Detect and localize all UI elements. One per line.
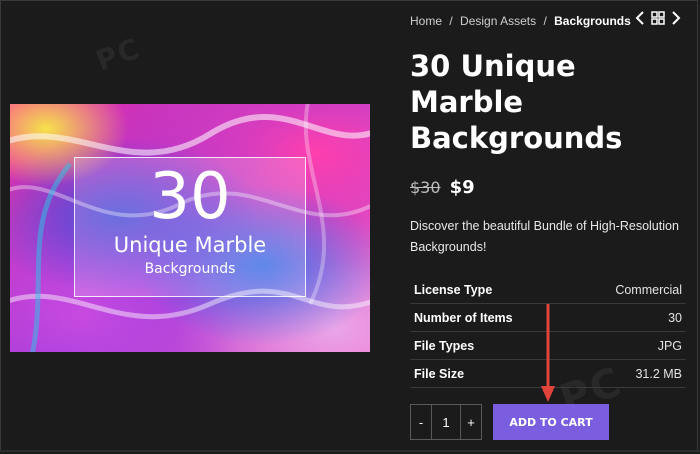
chevron-left-icon[interactable]: [635, 11, 645, 28]
quantity-stepper: - 1 +: [410, 404, 482, 440]
product-title: 30 Unique Marble Backgrounds: [410, 49, 623, 155]
annotation-arrow-icon: [541, 304, 555, 402]
product-price: $30 $9: [410, 177, 475, 198]
image-overlay-subtitle: Backgrounds: [144, 261, 236, 277]
breadcrumb-separator: /: [449, 14, 453, 28]
product-description: Discover the beautiful Bundle of High-Re…: [410, 219, 679, 254]
product-image[interactable]: 30 Unique Marble Backgrounds: [10, 104, 370, 352]
breadcrumb-separator: /: [543, 14, 547, 28]
spec-value: Commercial: [572, 276, 686, 304]
old-price: $30: [410, 178, 441, 197]
add-to-cart-button[interactable]: ADD TO CART: [493, 404, 609, 440]
quantity-decrease-button[interactable]: -: [411, 405, 432, 439]
sale-price: $9: [449, 177, 475, 198]
breadcrumb-current: Backgrounds: [554, 14, 631, 28]
spec-key: License Type: [410, 276, 573, 304]
table-row: License Type Commercial: [410, 276, 686, 304]
product-nav: [635, 11, 681, 28]
breadcrumb-home-link[interactable]: Home: [410, 14, 442, 28]
quantity-increase-button[interactable]: +: [460, 405, 481, 439]
quantity-input[interactable]: 1: [432, 405, 460, 439]
spec-value: JPG: [572, 331, 686, 360]
chevron-right-icon[interactable]: [671, 11, 681, 28]
image-overlay-title: Unique Marble: [113, 233, 267, 257]
spec-value: 30: [572, 303, 686, 332]
grid-icon[interactable]: [651, 11, 665, 28]
image-overlay-card: 30 Unique Marble Backgrounds: [74, 157, 306, 297]
spec-value: 31.2 MB: [572, 359, 686, 388]
breadcrumb: Home / Design Assets / Backgrounds: [410, 14, 631, 28]
image-overlay-number: 30: [149, 160, 231, 234]
breadcrumb-design-assets-link[interactable]: Design Assets: [460, 14, 536, 28]
divider: [0, 450, 700, 452]
